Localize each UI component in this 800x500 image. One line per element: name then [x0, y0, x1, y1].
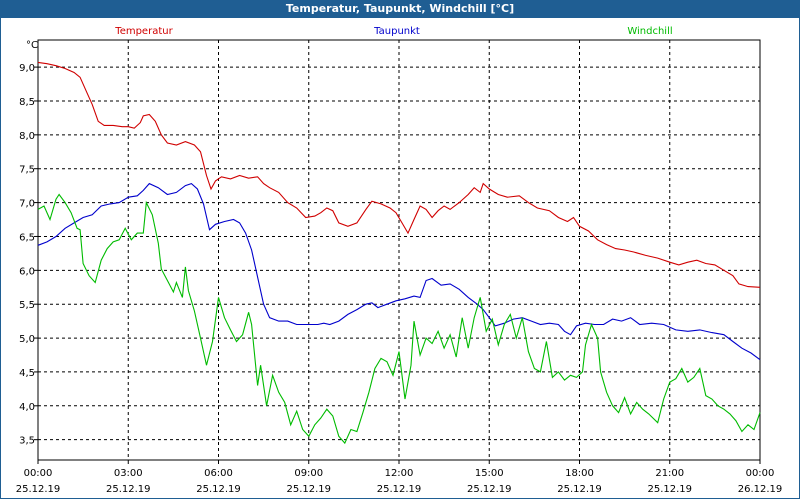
x-tick-date-label: 25.12.19 [467, 484, 512, 495]
x-tick-date-label: 25.12.19 [647, 484, 692, 495]
y-tick-label: 9,0 [19, 63, 35, 74]
y-tick-label: 8,0 [19, 131, 35, 142]
x-tick-time-label: 03:00 [114, 468, 143, 479]
y-axis-ticks: 9,0 8,5 8,0 7,5 7,0 6,5 6,0 5,5 5,0 4,5 4,0 3,5 [19, 63, 38, 447]
legend: Temperatur Taupunkt Windchill [114, 26, 672, 37]
y-tick-label: 4,0 [19, 402, 35, 413]
legend-entry-windchill: Windchill [627, 26, 672, 37]
y-tick-label: 7,0 [19, 199, 35, 210]
x-tick-time-label: 09:00 [294, 468, 323, 479]
legend-entry-taupunkt: Taupunkt [373, 26, 420, 37]
legend-entry-temperatur: Temperatur [114, 26, 173, 37]
x-tick-time-label: 00:00 [746, 468, 775, 479]
y-tick-label: 6,0 [19, 266, 35, 277]
y-axis-unit-label: °C [26, 40, 38, 51]
x-tick-date-label: 25.12.19 [557, 484, 602, 495]
x-tick-time-label: 12:00 [385, 468, 414, 479]
x-tick-date-label: 25.12.19 [16, 484, 61, 495]
x-tick-time-label: 15:00 [475, 468, 504, 479]
y-tick-label: 6,5 [19, 232, 35, 243]
x-tick-time-label: 06:00 [204, 468, 233, 479]
x-tick-time-label: 21:00 [655, 468, 684, 479]
y-tick-label: 7,5 [19, 165, 35, 176]
y-tick-label: 5,5 [19, 300, 35, 311]
x-tick-date-label: 25.12.19 [106, 484, 151, 495]
y-tick-label: 3,5 [19, 436, 35, 447]
x-axis-ticks: 00:00 25.12.19 03:00 25.12.19 06:00 25.12.19 0… [16, 460, 783, 495]
y-tick-label: 4,5 [19, 368, 35, 379]
x-tick-date-label: 25.12.19 [377, 484, 422, 495]
x-tick-date-label: 26.12.19 [738, 484, 783, 495]
y-tick-label: 8,5 [19, 97, 35, 108]
x-tick-date-label: 25.12.19 [286, 484, 331, 495]
x-tick-time-label: 00:00 [24, 468, 53, 479]
x-tick-date-label: 25.12.19 [196, 484, 241, 495]
line-chart: 9,0 8,5 8,0 7,5 7,0 6,5 6,0 5,5 5,0 4,5 4,0 3,5 00:… [16, 26, 783, 495]
x-tick-time-label: 18:00 [565, 468, 594, 479]
y-tick-label: 5,0 [19, 334, 35, 345]
